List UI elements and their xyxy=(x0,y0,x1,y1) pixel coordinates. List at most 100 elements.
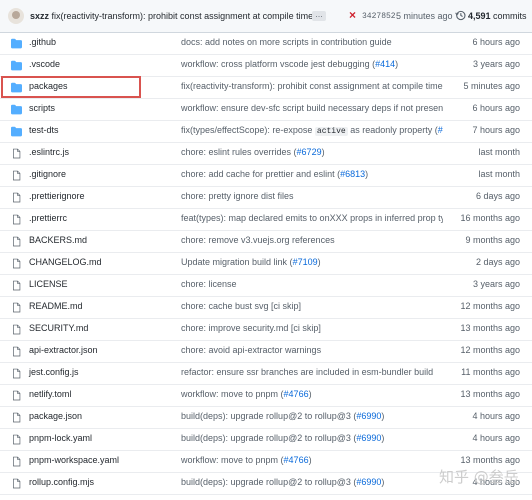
commit-text: docs: add notes on more scripts in contr… xyxy=(181,37,392,47)
commit-text: fix(types/effectScope): re-expose xyxy=(181,125,315,135)
file-row[interactable]: package.json build(deps): upgrade rollup@… xyxy=(0,407,532,429)
file-row[interactable]: pnpm-lock.yaml build(deps): upgrade rollu… xyxy=(0,429,532,451)
entry-age: 11 months ago xyxy=(461,367,520,377)
entry-name-eslintrc-js[interactable]: .eslintrc.js xyxy=(29,147,69,157)
pr-link[interactable]: #6990 xyxy=(356,477,381,487)
file-row[interactable]: api-extractor.json chore: avoid api-extra… xyxy=(0,341,532,363)
folder-icon xyxy=(11,60,22,71)
entry-age: 2 days ago xyxy=(475,257,520,267)
entry-commit-message[interactable]: workflow: ensure dev-sfc script build ne… xyxy=(181,103,443,113)
entry-name-github[interactable]: .github xyxy=(29,37,56,47)
file-row[interactable]: SECURITY.md chore: improve security.md [c… xyxy=(0,319,532,341)
commit-text: refactor: ensure ssr branches are includ… xyxy=(181,367,434,377)
file-icon xyxy=(11,390,22,401)
entry-name-api-extractor-json[interactable]: api-extractor.json xyxy=(29,345,98,355)
commits-link[interactable]: 4,591 commits xyxy=(468,11,527,21)
file-icon xyxy=(11,456,22,467)
file-icon xyxy=(11,302,22,313)
entry-commit-message[interactable]: build(deps): upgrade rollup@2 to rollup@… xyxy=(181,433,443,443)
file-row[interactable]: README.md chore: cache bust svg [ci skip]… xyxy=(0,297,532,319)
entry-name-readme-md[interactable]: README.md xyxy=(29,301,83,311)
pr-link[interactable]: #6729 xyxy=(297,147,322,157)
file-row[interactable]: BACKERS.md chore: remove v3.vuejs.org ref… xyxy=(0,231,532,253)
entry-name-netlify-toml[interactable]: netlify.toml xyxy=(29,389,71,399)
entry-commit-message[interactable]: Update migration build link (#7109) xyxy=(181,257,443,267)
folder-icon xyxy=(11,104,22,115)
entry-commit-message[interactable]: docs: add notes on more scripts in contr… xyxy=(181,37,443,47)
commit-author[interactable]: sxzz xyxy=(30,11,49,21)
pr-link[interactable]: #6813 xyxy=(340,169,365,179)
commit-text-after: ) xyxy=(321,147,325,157)
entry-name-pnpm-lock-yaml[interactable]: pnpm-lock.yaml xyxy=(29,433,92,443)
file-row[interactable]: netlify.toml workflow: move to pnpm (#476… xyxy=(0,385,532,407)
entry-commit-message[interactable]: chore: license xyxy=(181,279,443,289)
commit-count: 4,591 xyxy=(468,11,491,21)
file-icon xyxy=(11,192,22,203)
entry-name-gitignore[interactable]: .gitignore xyxy=(29,169,66,179)
pr-link[interactable]: #6990 xyxy=(356,433,381,443)
file-row[interactable]: .eslintrc.js chore: eslint rules override… xyxy=(0,143,532,165)
entry-commit-message[interactable]: chore: eslint rules overrides (#6729) xyxy=(181,147,443,157)
entry-age: 4 hours ago xyxy=(472,411,520,421)
entry-commit-message[interactable]: workflow: cross platform vscode jest deb… xyxy=(181,59,443,69)
entry-name-backers-md[interactable]: BACKERS.md xyxy=(29,235,87,245)
entry-commit-message[interactable]: chore: improve security.md [ci skip] xyxy=(181,323,443,333)
entry-name-scripts[interactable]: scripts xyxy=(29,103,55,113)
entry-name-changelog-md[interactable]: CHANGELOG.md xyxy=(29,257,102,267)
x-icon[interactable]: × xyxy=(349,8,356,22)
entry-commit-message[interactable]: fix(reactivity-transform): prohibit cons… xyxy=(181,81,443,91)
entry-name-jest-config-js[interactable]: jest.config.js xyxy=(29,367,79,377)
folder-row[interactable]: .github docs: add notes on more scripts i… xyxy=(0,33,532,55)
entry-name-security-md[interactable]: SECURITY.md xyxy=(29,323,88,333)
file-row[interactable]: LICENSE chore: license 3 years ago xyxy=(0,275,532,297)
entry-commit-message[interactable]: workflow: move to pnpm (#4766) xyxy=(181,455,443,465)
entry-commit-message[interactable]: fix(types/effectScope): re-expose active… xyxy=(181,125,443,136)
entry-name-package-json[interactable]: package.json xyxy=(29,411,82,421)
entry-name-prettierrc[interactable]: .prettierrc xyxy=(29,213,67,223)
entry-age: 16 months ago xyxy=(460,213,520,223)
entry-name-test-dts[interactable]: test-dts xyxy=(29,125,59,135)
avatar[interactable] xyxy=(8,8,24,24)
entry-name-pnpm-workspace-yaml[interactable]: pnpm-workspace.yaml xyxy=(29,455,119,465)
commit-text: chore: add cache for prettier and eslint… xyxy=(181,169,341,179)
entry-commit-message[interactable]: feat(types): map declared emits to onXXX… xyxy=(181,213,443,223)
entry-name-prettierignore[interactable]: .prettierignore xyxy=(29,191,85,201)
pr-link[interactable]: #6990 xyxy=(356,411,381,421)
highlight-box xyxy=(1,76,141,98)
entry-age: 5 minutes ago xyxy=(463,81,520,91)
folder-row[interactable]: test-dts fix(types/effectScope): re-expos… xyxy=(0,121,532,143)
entry-age: 12 months ago xyxy=(460,301,520,311)
file-row[interactable]: CHANGELOG.md Update migration build link … xyxy=(0,253,532,275)
pr-link[interactable]: #4766 xyxy=(284,455,309,465)
commit-text-after: as readonly property ( xyxy=(347,125,438,135)
entry-commit-message[interactable]: chore: remove v3.vuejs.org references xyxy=(181,235,443,245)
entry-name-rollup-config-mjs[interactable]: rollup.config.mjs xyxy=(29,477,94,487)
entry-commit-message[interactable]: workflow: move to pnpm (#4766) xyxy=(181,389,443,399)
folder-row[interactable]: .vscode workflow: cross platform vscode j… xyxy=(0,55,532,77)
entry-commit-message[interactable]: chore: pretty ignore dist files xyxy=(181,191,443,201)
file-row[interactable]: jest.config.js refactor: ensure ssr branc… xyxy=(0,363,532,385)
folder-row[interactable]: scripts workflow: ensure dev-sfc script b… xyxy=(0,99,532,121)
entry-name-vscode[interactable]: .vscode xyxy=(29,59,60,69)
file-row[interactable]: .prettierrc feat(types): map declared emi… xyxy=(0,209,532,231)
entry-commit-message[interactable]: chore: avoid api-extractor warnings xyxy=(181,345,443,355)
commit-message[interactable]: fix(reactivity-transform): prohibit cons… xyxy=(52,11,314,21)
entry-commit-message[interactable]: build(deps): upgrade rollup@2 to rollup@… xyxy=(181,477,443,487)
entry-commit-message[interactable]: refactor: ensure ssr branches are includ… xyxy=(181,367,443,377)
pr-link[interactable]: #414 xyxy=(375,59,395,69)
entry-age: 12 months ago xyxy=(460,345,520,355)
pr-link[interactable]: #6187 xyxy=(438,125,443,135)
entry-commit-message[interactable]: chore: add cache for prettier and eslint… xyxy=(181,169,443,179)
pr-link[interactable]: #7109 xyxy=(293,257,318,267)
file-row[interactable]: .gitignore chore: add cache for prettier … xyxy=(0,165,532,187)
commit-text-after: ) xyxy=(381,433,385,443)
pr-link[interactable]: #4766 xyxy=(284,389,309,399)
expand-message-button[interactable]: … xyxy=(312,11,326,21)
file-row[interactable]: .prettierignore chore: pretty ignore dist… xyxy=(0,187,532,209)
entry-name-license[interactable]: LICENSE xyxy=(29,279,68,289)
entry-age: 13 months ago xyxy=(460,323,520,333)
code-snippet: active xyxy=(314,127,348,136)
entry-commit-message[interactable]: chore: cache bust svg [ci skip] xyxy=(181,301,443,311)
commit-sha[interactable]: 3427852 xyxy=(362,12,396,21)
entry-commit-message[interactable]: build(deps): upgrade rollup@2 to rollup@… xyxy=(181,411,443,421)
